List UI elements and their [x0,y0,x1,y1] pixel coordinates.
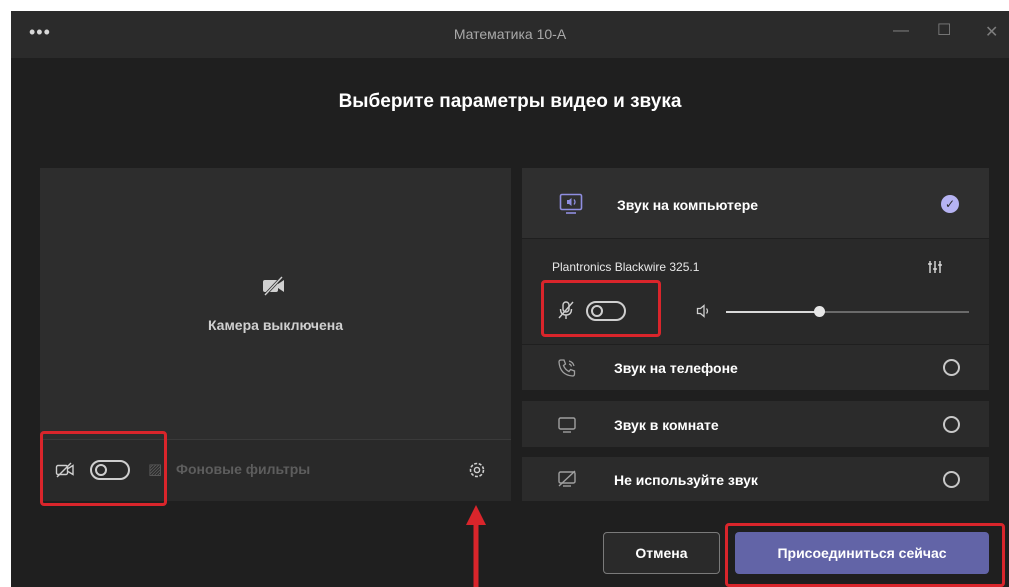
volume-slider-thumb[interactable] [814,306,825,317]
computer-audio-icon [559,193,583,214]
audio-device-name[interactable]: Plantronics Blackwire 325.1 [552,260,699,274]
maximize-icon[interactable]: ☐ [937,20,951,40]
close-icon[interactable]: ✕ [985,22,998,42]
join-button-highlight [725,523,1005,587]
title-bar: ••• Математика 10-А — ☐ ✕ [11,11,1009,58]
volume-slider-fill [726,311,819,313]
audio-option-label: Не используйте звук [614,472,758,488]
volume-slider[interactable] [726,306,969,317]
audio-settings-icon[interactable] [927,259,943,275]
window-title: Математика 10-А [453,26,567,42]
cancel-button[interactable]: Отмена [603,532,720,574]
audio-option-room[interactable]: Звук в комнате [522,401,989,447]
microphone-toggle-highlight [541,280,661,337]
video-preview: Камера выключена [40,168,511,439]
camera-toggle-highlight [40,431,167,506]
audio-option-phone[interactable]: Звук на телефоне [522,345,989,390]
radio-button[interactable] [943,471,960,488]
audio-option-label: Звук на телефоне [614,360,738,376]
speaker-icon [696,304,709,318]
minimize-icon[interactable]: — [893,22,909,40]
page-title: Выберите параметры видео и звука [338,91,682,112]
audio-option-no-audio[interactable]: Не используйте звук [522,457,989,501]
camera-status-text: Камера выключена [207,317,344,333]
meeting-join-window: ••• Математика 10-А — ☐ ✕ Выберите парам… [11,11,1009,587]
room-audio-icon [558,417,576,433]
audio-option-label: Звук в комнате [614,417,719,433]
radio-button[interactable] [943,416,960,433]
audio-option-computer[interactable]: Звук на компьютере ✓ [522,168,989,238]
background-filters-label[interactable]: Фоновые фильтры [176,461,310,477]
audio-option-label: Звук на компьютере [617,197,759,213]
radio-button[interactable] [943,359,960,376]
arrow-up-icon [466,505,486,587]
no-audio-icon [558,470,576,487]
check-icon: ✓ [941,195,959,213]
gear-icon[interactable] [467,460,487,480]
camera-off-icon [263,275,284,297]
phone-audio-icon [558,359,576,377]
